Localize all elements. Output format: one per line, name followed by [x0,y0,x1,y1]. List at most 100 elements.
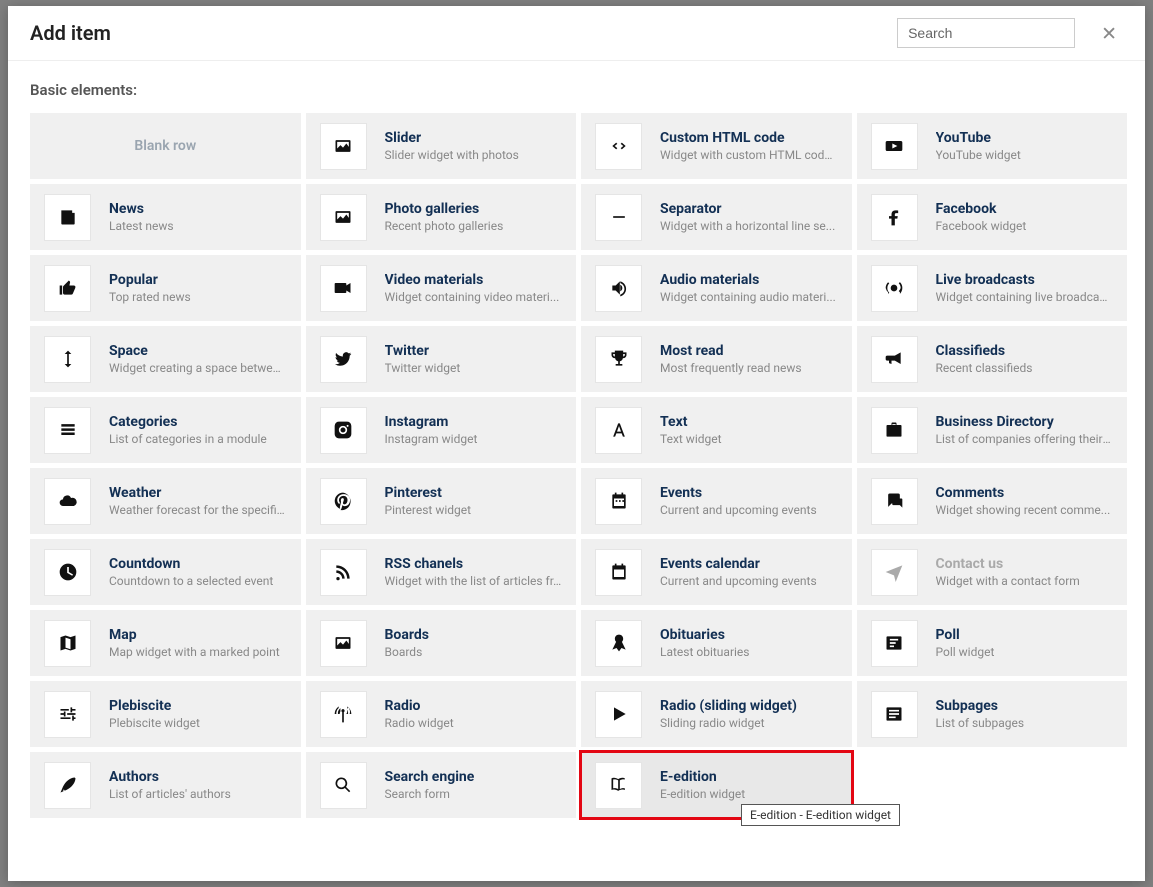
item-radio-slide[interactable]: Radio (sliding widget)Sliding radio widg… [581,681,852,747]
item-title: Instagram [385,414,563,430]
item-text: RadioRadio widget [385,698,563,730]
item-custom-html[interactable]: Custom HTML codeWidget with custom HTML … [581,113,852,179]
item-text: E-editionE-edition widget [660,769,838,801]
item-separator[interactable]: SeparatorWidget with a horizontal line s… [581,184,852,250]
item-obituaries[interactable]: ObituariesLatest obituaries [581,610,852,676]
item-desc: List of articles' authors [109,787,287,801]
item-slider[interactable]: SliderSlider widget with photos [306,113,577,179]
item-blank-row[interactable]: Blank row [30,113,301,179]
item-desc: Widget containing video materi... [385,290,563,304]
item-categories[interactable]: CategoriesList of categories in a module [30,397,301,463]
item-events[interactable]: EventsCurrent and upcoming events [581,468,852,534]
comments-icon [871,478,918,525]
item-desc: YouTube widget [936,148,1114,162]
item-text: Most readMost frequently read news [660,343,838,375]
item-title: Search engine [385,769,563,785]
item-news[interactable]: News Latest news [30,184,301,250]
item-desc: Current and upcoming events [660,503,838,517]
item-title: RSS chanels [385,556,563,572]
item-search[interactable]: Search engine Search form [306,752,577,818]
items-grid: Blank rowSliderSlider widget with photos… [30,113,1127,818]
item-classifieds[interactable]: ClassifiedsRecent classifieds [857,326,1128,392]
item-text: InstagramInstagram widget [385,414,563,446]
item-audio[interactable]: Audio materialsWidget containing audio m… [581,255,852,321]
item-desc: Latest obituaries [660,645,838,659]
item-poll[interactable]: PollPoll widget [857,610,1128,676]
item-youtube[interactable]: YouTubeYouTube widget [857,113,1128,179]
trophy-icon [595,336,642,383]
item-comments[interactable]: CommentsWidget showing recent comme... [857,468,1128,534]
thumb-icon [44,265,91,312]
item-galleries[interactable]: Photo galleriesRecent photo galleries [306,184,577,250]
item-text: Video materials Widget containing video m… [385,272,563,304]
item-desc: Map widget with a marked point [109,645,287,659]
ribbon-icon [595,620,642,667]
item-events-cal[interactable]: Events calendarCurrent and upcoming even… [581,539,852,605]
scroll-area[interactable]: Basic elements: Blank rowSliderSlider wi… [8,60,1145,881]
item-authors[interactable]: AuthorsList of articles' authors [30,752,301,818]
item-title: Radio [385,698,563,714]
item-live[interactable]: Live broadcastsWidget containing live br… [857,255,1128,321]
item-radio[interactable]: RadioRadio widget [306,681,577,747]
item-text: MapMap widget with a marked point [109,627,287,659]
item-desc: Widget with a horizontal line se... [660,219,838,233]
item-countdown[interactable]: CountdownCountdown to a selected event [30,539,301,605]
item-space[interactable]: SpaceWidget creating a space betwee... [30,326,301,392]
item-title: Video materials [385,272,563,288]
item-text: CountdownCountdown to a selected event [109,556,287,588]
item-title: Countdown [109,556,287,572]
item-popular[interactable]: PopularTop rated news [30,255,301,321]
item-title: Twitter [385,343,563,359]
news-icon [44,194,91,241]
item-text[interactable]: TextText widget [581,397,852,463]
item-subpages[interactable]: SubpagesList of subpages [857,681,1128,747]
item-desc: Twitter widget [385,361,563,375]
item-text: Twitter Twitter widget [385,343,563,375]
search-icon [320,762,367,809]
item-desc: Text widget [660,432,838,446]
item-text: ClassifiedsRecent classifieds [936,343,1114,375]
item-desc: Boards [385,645,563,659]
item-desc: Recent photo galleries [385,219,563,233]
item-instagram[interactable]: InstagramInstagram widget [306,397,577,463]
item-desc: Widget containing live broadcasts [936,290,1114,304]
facebook-icon [871,194,918,241]
item-desc: Most frequently read news [660,361,838,375]
clock-icon [44,549,91,596]
item-desc: Weather forecast for the specifie... [109,503,287,517]
item-title: Space [109,343,287,359]
item-desc: Latest news [109,219,287,233]
item-text: Search engine Search form [385,769,563,801]
item-rss[interactable]: RSS chanelsWidget with the list of artic… [306,539,577,605]
item-text: FacebookFacebook widget [936,201,1114,233]
item-title: News [109,201,287,217]
item-contact[interactable]: Contact usWidget with a contact form [857,539,1128,605]
play-icon [595,691,642,738]
item-title: Boards [385,627,563,643]
item-desc: List of categories in a module [109,432,287,446]
item-text: CategoriesList of categories in a module [109,414,287,446]
item-pinterest[interactable]: PinterestPinterest widget [306,468,577,534]
item-desc: Slider widget with photos [385,148,563,162]
item-e-edition[interactable]: E-editionE-edition widgetE-edition - E-e… [581,752,852,818]
item-video[interactable]: Video materials Widget containing video m… [306,255,577,321]
item-most-read[interactable]: Most readMost frequently read news [581,326,852,392]
item-plebiscite[interactable]: PlebiscitePlebiscite widget [30,681,301,747]
item-twitter[interactable]: Twitter Twitter widget [306,326,577,392]
item-desc: Search form [385,787,563,801]
tooltip: E-edition - E-edition widget [741,804,900,826]
modal-header: Add item ✕ [8,6,1145,60]
item-business[interactable]: Business DirectoryList of companies offe… [857,397,1128,463]
item-desc: Top rated news [109,290,287,304]
book-icon [595,762,642,809]
search-input[interactable] [897,18,1075,48]
item-weather[interactable]: WeatherWeather forecast for the specifie… [30,468,301,534]
item-boards[interactable]: Boards Boards [306,610,577,676]
pinterest-icon [320,478,367,525]
bullhorn-icon [871,336,918,383]
item-map[interactable]: MapMap widget with a marked point [30,610,301,676]
item-text: SpaceWidget creating a space betwee... [109,343,287,375]
item-facebook[interactable]: FacebookFacebook widget [857,184,1128,250]
item-desc: Plebiscite widget [109,716,287,730]
close-icon[interactable]: ✕ [1095,20,1123,47]
